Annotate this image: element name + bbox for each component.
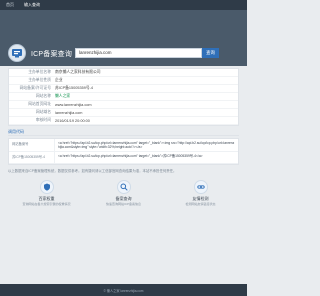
- code-snippet[interactable]: <a href="https://api.b2.su/icp.php/url=l…: [55, 152, 238, 163]
- code-row: 苏ICP备15005359号-4 <a href="https://api.b2…: [9, 152, 238, 165]
- info-value: 2016/01/19 20:00:00: [55, 118, 90, 123]
- nav-current[interactable]: 输入查询: [24, 2, 40, 8]
- info-value: 懒人之家: [55, 94, 71, 98]
- disclaimer-note: 以上数据来自ICP备案管理系统，数据仅供参考。如有疑问请以工信部官网查询结果为准…: [8, 169, 177, 174]
- footer: © 懒人之家 lanrenzhijia.com: [0, 284, 247, 296]
- info-key: 网站名称: [35, 94, 51, 98]
- info-key: 主办单位性质: [28, 78, 51, 82]
- feature-desc: 查询网站在各大搜索引擎的权重情况: [22, 202, 71, 207]
- link-icon: [193, 180, 208, 195]
- feature-list: 百家权重 查询网站在各大搜索引擎的权重情况 备案查询 快速查询网站ICP备案信息…: [8, 180, 239, 207]
- code-key: 网站备案号: [9, 139, 55, 152]
- feature-item[interactable]: 百家权重 查询网站在各大搜索引擎的权重情况: [17, 180, 77, 207]
- info-value: lanrenzhijia.com: [55, 110, 83, 115]
- info-key: 网站域名: [35, 110, 51, 114]
- feature-item[interactable]: 备案查询 快速查询网站ICP备案信息: [94, 180, 154, 207]
- search-input[interactable]: lanrenzhijia.com: [75, 48, 202, 58]
- info-key: 网站首页网址: [28, 102, 51, 106]
- feature-desc: 快速查询网站ICP备案信息: [105, 202, 141, 207]
- search-icon: [116, 180, 131, 195]
- info-value: 南京懒人之家科技有限公司: [55, 70, 101, 74]
- feature-desc: 检测网站友情链接状态: [185, 202, 216, 207]
- info-key: 主办单位名称: [28, 70, 51, 74]
- info-key: 审核时间: [35, 118, 51, 122]
- info-value: 企业: [55, 78, 63, 82]
- main-content: 主办单位名称 南京懒人之家科技有限公司 主办单位性质 企业 网站备案/许可证号 …: [0, 66, 247, 207]
- info-row: 网站首页网址 www.lanrenzhijia.com: [9, 101, 238, 109]
- info-row: 主办单位名称 南京懒人之家科技有限公司: [9, 69, 238, 77]
- code-table: 网站备案号 <a href="https://api.b2.su/icp.php…: [8, 138, 239, 166]
- search-button[interactable]: 查询: [202, 48, 219, 58]
- info-row: 主办单位性质 企业: [9, 77, 238, 85]
- info-table: 主办单位名称 南京懒人之家科技有限公司 主办单位性质 企业 网站备案/许可证号 …: [8, 68, 239, 126]
- info-value[interactable]: www.lanrenzhijia.com: [55, 103, 92, 107]
- code-key: 苏ICP备15005359号-4: [9, 152, 55, 164]
- info-row: 审核时间 2016/01/19 20:00:00: [9, 117, 238, 125]
- shield-icon: [39, 180, 54, 195]
- search-bar: lanrenzhijia.com 查询: [75, 48, 219, 58]
- top-nav-bar: 首页 输入查询: [0, 0, 247, 10]
- info-row: 网站域名 lanrenzhijia.com: [9, 109, 238, 117]
- nav-home[interactable]: 首页: [6, 2, 14, 8]
- code-snippet[interactable]: <a href="https://api.b2.su/icp.php/url=l…: [55, 139, 238, 151]
- feature-item[interactable]: 友情检测 检测网站友情链接状态: [171, 180, 231, 207]
- hero-banner: ICP备案查询 lanrenzhijia.com 查询: [0, 10, 247, 66]
- page-title: ICP备案查询: [31, 51, 73, 58]
- info-row: 网站备案/许可证号 苏ICP备15005359号-4: [9, 85, 238, 93]
- info-value: 苏ICP备15005359号-4: [55, 86, 93, 90]
- code-row: 网站备案号 <a href="https://api.b2.su/icp.php…: [9, 139, 238, 153]
- code-section-title: 调用代码: [8, 129, 239, 136]
- info-key: 网站备案/许可证号: [19, 86, 51, 90]
- icp-logo-icon: [8, 44, 26, 62]
- info-row: 网站名称 懒人之家: [9, 93, 238, 101]
